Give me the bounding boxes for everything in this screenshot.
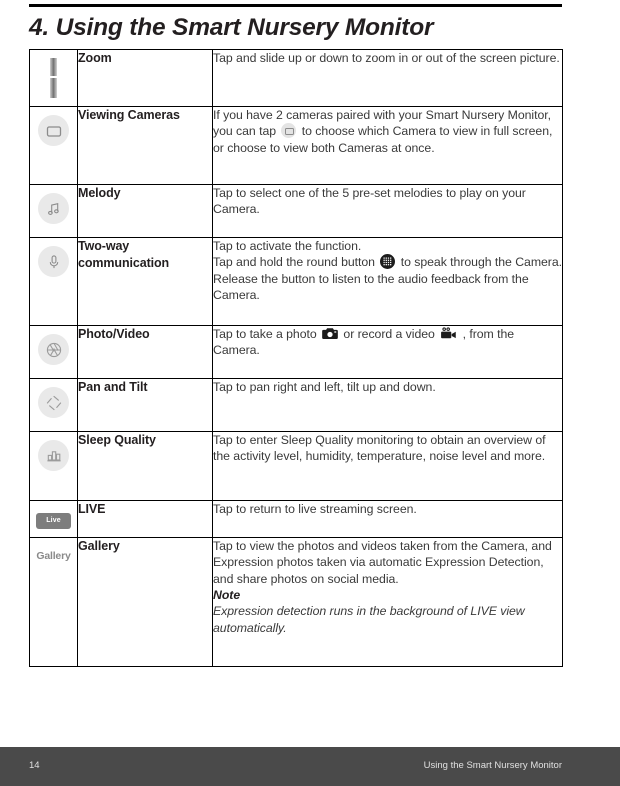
footer-section-title: Using the Smart Nursery Monitor: [423, 760, 562, 771]
table-row: Pan and Tilt Tap to pan right and left, …: [29, 378, 563, 432]
row-description: Tap and slide up or down to zoom in or o…: [212, 49, 563, 107]
page-top-rule: [29, 4, 562, 7]
description-text: Tap and slide up or down to zoom in or o…: [213, 51, 560, 65]
row-description: Tap to select one of the 5 pre-set melod…: [212, 184, 563, 238]
row-label: Viewing Cameras: [77, 106, 213, 185]
row-icon-cell: [29, 325, 78, 379]
footer-page-number: 14: [29, 760, 40, 771]
row-icon-cell: [29, 106, 78, 185]
table-row: Live LIVE Tap to return to live streamin…: [29, 500, 563, 538]
row-label: Gallery: [77, 537, 213, 667]
page-footer: 14 Using the Smart Nursery Monitor: [0, 747, 620, 786]
row-icon-cell: [29, 378, 78, 432]
row-description: Tap to activate the function. Tap and ho…: [212, 237, 563, 326]
table-row: Sleep Quality Tap to enter Sleep Quality…: [29, 431, 563, 501]
row-description: Tap to return to live streaming screen.: [212, 500, 563, 538]
photo-camera-inline-icon: [322, 328, 338, 339]
row-icon-cell: Live: [29, 500, 78, 538]
row-label: Pan and Tilt: [77, 378, 213, 432]
row-icon-cell: [29, 49, 78, 107]
description-text: Tap to return to live streaming screen.: [213, 502, 417, 516]
row-icon-cell: Gallery: [29, 537, 78, 667]
table-row: Viewing Cameras If you have 2 cameras pa…: [29, 106, 563, 185]
row-label: Sleep Quality: [77, 431, 213, 501]
live-badge-icon: Live: [36, 513, 71, 529]
screen-rectangle-icon: [38, 115, 69, 146]
screen-rectangle-inline-icon: [281, 123, 297, 139]
row-label: Zoom: [77, 49, 213, 107]
description-line-1: Tap to activate the function.: [213, 239, 362, 253]
bar-chart-icon: [38, 440, 69, 471]
zoom-slider-icon: [49, 58, 58, 98]
row-label: LIVE: [77, 500, 213, 538]
row-icon-cell: [29, 431, 78, 501]
description-text-part1: Tap to take a photo: [213, 327, 317, 341]
pan-tilt-diamond-icon: [38, 387, 69, 418]
description-text: Tap to view the photos and videos taken …: [213, 539, 552, 586]
table-row: Photo/Video Tap to take a photo or recor…: [29, 325, 563, 379]
row-icon-cell: [29, 237, 78, 326]
video-camera-inline-icon: [441, 327, 456, 339]
table-row: Two-way communication Tap to activate th…: [29, 237, 563, 326]
row-description: Tap to view the photos and videos taken …: [212, 537, 563, 667]
description-text: Tap to select one of the 5 pre-set melod…: [213, 186, 526, 217]
row-label: Melody: [77, 184, 213, 238]
description-line-2b: to speak through the Camera.: [400, 255, 563, 270]
note-title: Note: [213, 588, 241, 603]
function-reference-table: Zoom Tap and slide up or down to zoom in…: [29, 49, 563, 667]
table-row: Gallery Gallery Tap to view the photos a…: [29, 537, 563, 667]
microphone-icon: [38, 246, 69, 277]
aperture-icon: [38, 334, 69, 365]
row-description: Tap to enter Sleep Quality monitoring to…: [212, 431, 563, 501]
table-row: Zoom Tap and slide up or down to zoom in…: [29, 49, 563, 107]
music-note-icon: [38, 193, 69, 224]
row-icon-cell: [29, 184, 78, 238]
description-text: Tap to enter Sleep Quality monitoring to…: [213, 433, 546, 464]
page-title: 4. Using the Smart Nursery Monitor: [29, 14, 434, 41]
row-description: Tap to take a photo or record a video , …: [212, 325, 563, 379]
row-description: If you have 2 cameras paired with your S…: [212, 106, 563, 185]
row-description: Tap to pan right and left, tilt up and d…: [212, 378, 563, 432]
table-row: Melody Tap to select one of the 5 pre-se…: [29, 184, 563, 238]
speaker-grille-inline-icon: [380, 254, 396, 270]
description-text: Tap to pan right and left, tilt up and d…: [213, 380, 436, 394]
note-body: Expression detection runs in the backgro…: [213, 604, 525, 635]
description-text-part2: or record a video: [343, 327, 435, 341]
row-label: Two-way communication: [77, 237, 213, 326]
description-line-3: Release the button to listen to the audi…: [213, 271, 529, 303]
row-label: Photo/Video: [77, 325, 213, 379]
gallery-text-icon: Gallery: [36, 550, 71, 562]
description-line-2a: Tap and hold the round button: [213, 255, 375, 270]
